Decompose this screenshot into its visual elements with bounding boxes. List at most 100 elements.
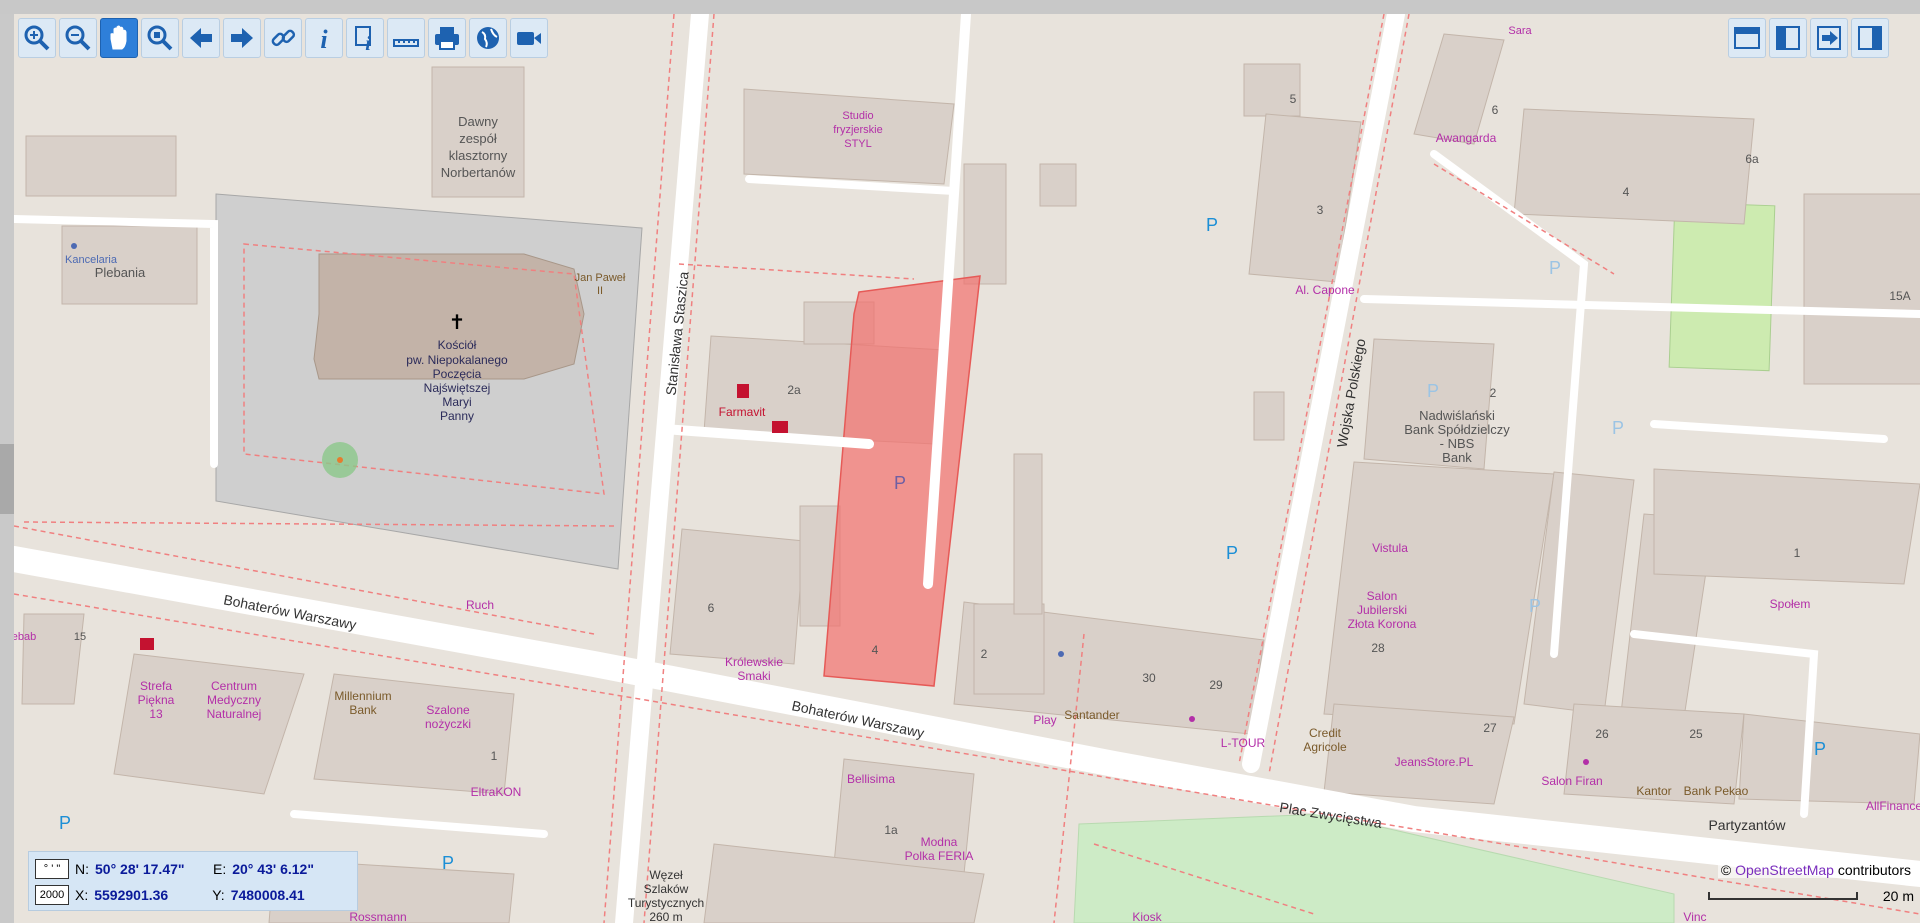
svg-text:Złota Korona: Złota Korona (1348, 617, 1417, 631)
svg-text:Najświętszej: Najświętszej (424, 381, 491, 395)
svg-text:i: i (365, 33, 371, 53)
svg-text:fryzjerskie: fryzjerskie (833, 124, 883, 136)
n-value: 50° 28' 17.47" (95, 861, 185, 877)
info-document-button[interactable]: i (346, 18, 384, 58)
svg-text:- NBS: - NBS (1440, 436, 1475, 451)
info-button[interactable]: i (305, 18, 343, 58)
print-button[interactable] (428, 18, 466, 58)
svg-text:6: 6 (708, 601, 715, 615)
svg-text:Maryi: Maryi (442, 395, 471, 409)
svg-text:Kantor: Kantor (1636, 784, 1671, 798)
export-button[interactable] (1810, 18, 1848, 58)
svg-text:Szlaków: Szlaków (644, 882, 689, 896)
coordinate-system-toggle[interactable]: 2000 (35, 885, 69, 905)
measure-button[interactable] (387, 18, 425, 58)
osm-link[interactable]: OpenStreetMap (1735, 862, 1834, 878)
svg-text:6a: 6a (1745, 152, 1759, 166)
back-button[interactable] (182, 18, 220, 58)
svg-text:zespół: zespół (459, 131, 497, 146)
svg-text:Bank: Bank (1442, 450, 1472, 465)
svg-text:P: P (59, 813, 71, 833)
svg-text:13: 13 (149, 707, 163, 721)
svg-text:Panny: Panny (440, 409, 474, 423)
svg-text:2: 2 (1490, 386, 1497, 400)
svg-text:4: 4 (1623, 185, 1630, 199)
e-label: E: (213, 861, 227, 877)
link-icon (271, 29, 296, 47)
svg-text:L-TOUR: L-TOUR (1221, 736, 1266, 750)
globe-button[interactable] (469, 18, 507, 58)
panel-right-button[interactable] (1851, 18, 1889, 58)
forward-button[interactable] (223, 18, 261, 58)
video-button[interactable] (510, 18, 548, 58)
svg-text:Społem: Społem (1770, 597, 1811, 611)
svg-text:Nadwiślański: Nadwiślański (1419, 408, 1495, 423)
svg-text:P: P (1549, 258, 1561, 278)
svg-text:28: 28 (1371, 641, 1385, 655)
e-value: 20° 43' 6.12" (232, 861, 314, 877)
zoom-out-button[interactable] (59, 18, 97, 58)
svg-text:Salon: Salon (1367, 589, 1398, 603)
svg-text:Salon Firan: Salon Firan (1541, 774, 1602, 788)
svg-text:Farmavit: Farmavit (719, 405, 766, 419)
scale-line (1708, 892, 1858, 900)
svg-text:Credit: Credit (1309, 726, 1342, 740)
svg-text:3: 3 (1317, 203, 1324, 217)
coordinate-format-toggle[interactable]: ° ' " (35, 859, 69, 879)
svg-text:Bank Spółdzielczy: Bank Spółdzielczy (1404, 422, 1510, 437)
svg-text:Jan Paweł: Jan Paweł (575, 272, 626, 284)
svg-text:1: 1 (1794, 546, 1801, 560)
n-label: N: (75, 861, 89, 877)
svg-text:Bellisima: Bellisima (847, 772, 895, 786)
map-canvas[interactable]: Dawny zespół klasztorny Norbertanów Kanc… (14, 14, 1920, 923)
svg-text:P: P (1529, 596, 1541, 616)
svg-text:4: 4 (872, 643, 879, 657)
map-right-toolbar (1728, 18, 1889, 62)
svg-text:Królewskie: Królewskie (725, 655, 783, 669)
svg-text:260 m: 260 m (649, 910, 682, 923)
svg-text:Strefa: Strefa (140, 679, 172, 693)
info-document-icon: i (355, 26, 371, 53)
svg-text:P: P (1612, 418, 1624, 438)
svg-text:Santander: Santander (1064, 708, 1119, 722)
link-button[interactable] (264, 18, 302, 58)
svg-text:15A: 15A (1889, 289, 1910, 303)
svg-text:Partyzantów: Partyzantów (1708, 817, 1786, 833)
window-top-button[interactable] (1728, 18, 1766, 58)
scale-bar: 20 m (1708, 886, 1914, 908)
zoom-in-icon (24, 25, 50, 51)
coordinate-readout: ° ' " N: 50° 28' 17.47" E: 20° 43' 6.12"… (28, 851, 358, 911)
panel-toggle-handle[interactable] (0, 444, 14, 514)
svg-text:Szalone: Szalone (426, 703, 470, 717)
panel-left-button[interactable] (1769, 18, 1807, 58)
svg-text:Agricole: Agricole (1303, 740, 1347, 754)
video-camera-icon (517, 32, 541, 45)
svg-text:Jubilerski: Jubilerski (1357, 603, 1407, 617)
svg-text:Naturalnej: Naturalnej (207, 707, 262, 721)
svg-text:STYL: STYL (844, 138, 872, 150)
svg-text:Dawny: Dawny (458, 114, 498, 129)
svg-text:Piękna: Piękna (138, 693, 175, 707)
svg-text:Kiosk: Kiosk (1132, 910, 1162, 923)
print-icon (435, 27, 459, 50)
pan-button[interactable] (100, 18, 138, 58)
svg-text:Modna: Modna (921, 835, 958, 849)
svg-text:P: P (442, 853, 454, 873)
svg-text:Al. Capone: Al. Capone (1295, 283, 1355, 297)
svg-text:Medyczny: Medyczny (207, 693, 261, 707)
svg-text:Vinc: Vinc (1683, 910, 1706, 923)
map-attribution: © OpenStreetMap contributors (1717, 862, 1914, 878)
zoom-extent-button[interactable] (141, 18, 179, 58)
svg-text:ebab: ebab (14, 631, 36, 643)
pan-icon (110, 25, 127, 50)
attribution-suffix: contributors (1833, 862, 1911, 878)
svg-text:Smaki: Smaki (737, 669, 770, 683)
scale-label: 20 m (1882, 888, 1914, 904)
measure-ruler-icon (393, 39, 419, 47)
svg-text:1: 1 (491, 749, 498, 763)
svg-text:Bank Pekao: Bank Pekao (1684, 784, 1749, 798)
left-panel-strip[interactable] (0, 14, 14, 923)
svg-text:25: 25 (1689, 727, 1703, 741)
svg-text:P: P (1427, 381, 1439, 401)
zoom-in-button[interactable] (18, 18, 56, 58)
